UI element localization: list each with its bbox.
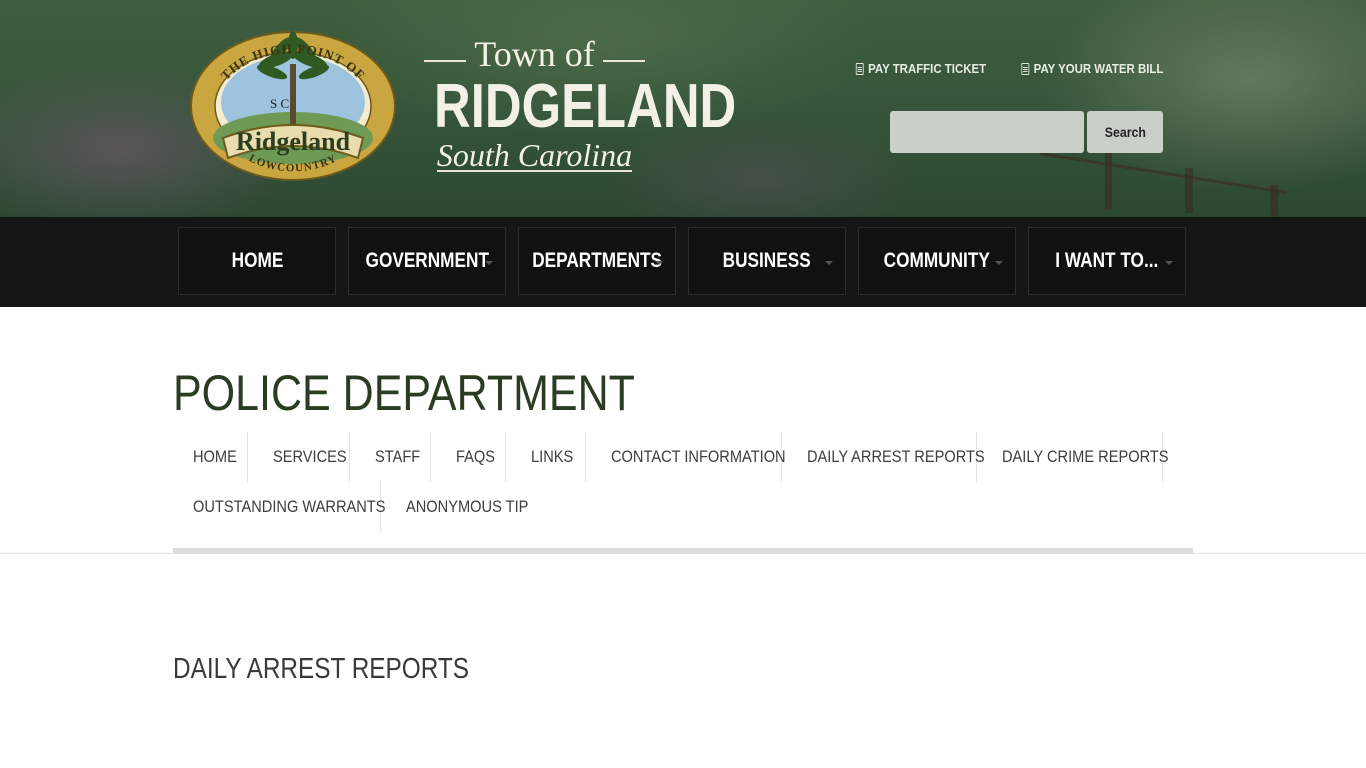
seal-ribbon-text: Ridgeland	[236, 127, 351, 156]
sub-nav-label: FAQS	[456, 447, 496, 466]
sub-nav-label: LINKS	[531, 447, 574, 466]
caret-down-icon	[825, 261, 833, 265]
seal-initials: S C	[270, 96, 289, 111]
caret-down-icon	[1165, 261, 1173, 265]
town-of-text: Town of	[474, 34, 595, 74]
pay-traffic-ticket-link[interactable]: PAY TRAFFIC TICKET	[855, 61, 986, 76]
main-navigation: HOME GOVERNMENT DEPARTMENTS BUSINESS COM…	[0, 217, 1366, 307]
sub-nav-label: CONTACT INFORMATION	[611, 447, 786, 466]
nav-item-label: BUSINESS	[722, 249, 812, 272]
search-input[interactable]	[890, 111, 1084, 153]
sub-nav-services[interactable]: SERVICES	[248, 432, 350, 482]
sub-nav-daily-arrest-reports[interactable]: DAILY ARREST REPORTS	[782, 432, 985, 482]
nav-item-i-want-to[interactable]: I WANT TO...	[1028, 227, 1186, 295]
sub-nav-contact-information[interactable]: CONTACT INFORMATION	[586, 432, 786, 482]
pay-traffic-ticket-label: PAY TRAFFIC TICKET	[867, 61, 986, 76]
sub-nav-anonymous-tip[interactable]: ANONYMOUS TIP	[381, 482, 541, 532]
nav-item-departments[interactable]: DEPARTMENTS	[518, 227, 676, 295]
town-name: RIDGELAND	[434, 72, 737, 141]
state-line: South Carolina	[412, 137, 657, 173]
caret-down-icon	[655, 261, 663, 265]
site-header: S C Ridgeland THE HIGH POINT OF LOWCOUNT…	[0, 0, 1366, 217]
nav-item-community[interactable]: COMMUNITY	[858, 227, 1016, 295]
background-fence-post	[1105, 150, 1112, 210]
nav-item-label: GOVERNMENT	[365, 249, 489, 272]
sub-nav-home[interactable]: HOME	[173, 432, 248, 482]
sub-nav-outstanding-warrants[interactable]: OUTSTANDING WARRANTS	[173, 482, 386, 532]
nav-item-label: HOME	[231, 249, 283, 272]
sub-nav-label: HOME	[193, 447, 237, 466]
town-seal-logo[interactable]: S C Ridgeland THE HIGH POINT OF LOWCOUNT…	[188, 30, 398, 188]
nav-item-home[interactable]: HOME	[178, 227, 336, 295]
divider	[0, 553, 1366, 554]
search-button[interactable]: Search	[1087, 111, 1163, 153]
town-of-line: Town of	[412, 36, 657, 72]
sub-nav-daily-crime-reports[interactable]: DAILY CRIME REPORTS	[977, 432, 1169, 482]
nav-item-business[interactable]: BUSINESS	[688, 227, 846, 295]
nav-item-label: DEPARTMENTS	[532, 249, 662, 272]
town-seal-graphic: S C Ridgeland THE HIGH POINT OF LOWCOUNT…	[190, 31, 396, 181]
divider	[602, 60, 645, 62]
state-name: South Carolina	[436, 137, 633, 173]
sub-nav-links[interactable]: LINKS	[506, 432, 586, 482]
background-fence-rail	[1039, 152, 1288, 195]
divider	[424, 60, 467, 62]
document-icon	[855, 62, 864, 75]
search-button-label: Search	[1104, 124, 1146, 140]
nav-item-label: I WANT TO...	[1055, 249, 1159, 272]
document-icon	[1021, 62, 1029, 75]
sub-nav-label: OUTSTANDING WARRANTS	[193, 497, 386, 516]
caret-down-icon	[995, 261, 1003, 265]
sub-nav-label: ANONYMOUS TIP	[406, 497, 529, 516]
sub-nav-faqs[interactable]: FAQS	[431, 432, 506, 482]
sub-nav-label: DAILY ARREST REPORTS	[807, 447, 985, 466]
quick-links: PAY TRAFFIC TICKET PAY YOUR WATER BILL	[838, 61, 1163, 76]
caret-down-icon	[485, 261, 493, 265]
nav-item-label: COMMUNITY	[883, 249, 991, 272]
pay-water-bill-label: PAY YOUR WATER BILL	[1033, 61, 1163, 76]
page-title: POLICE DEPARTMENT	[173, 365, 635, 421]
town-wordmark[interactable]: Town of RIDGELAND South Carolina	[412, 36, 737, 186]
sub-nav-label: SERVICES	[273, 447, 347, 466]
sub-nav-staff[interactable]: STAFF	[350, 432, 431, 482]
section-heading: DAILY ARREST REPORTS	[173, 653, 470, 685]
sub-nav-label: STAFF	[375, 447, 421, 466]
pay-water-bill-link[interactable]: PAY YOUR WATER BILL	[1021, 61, 1163, 76]
nav-item-government[interactable]: GOVERNMENT	[348, 227, 506, 295]
sub-nav-label: DAILY CRIME REPORTS	[1002, 447, 1169, 466]
